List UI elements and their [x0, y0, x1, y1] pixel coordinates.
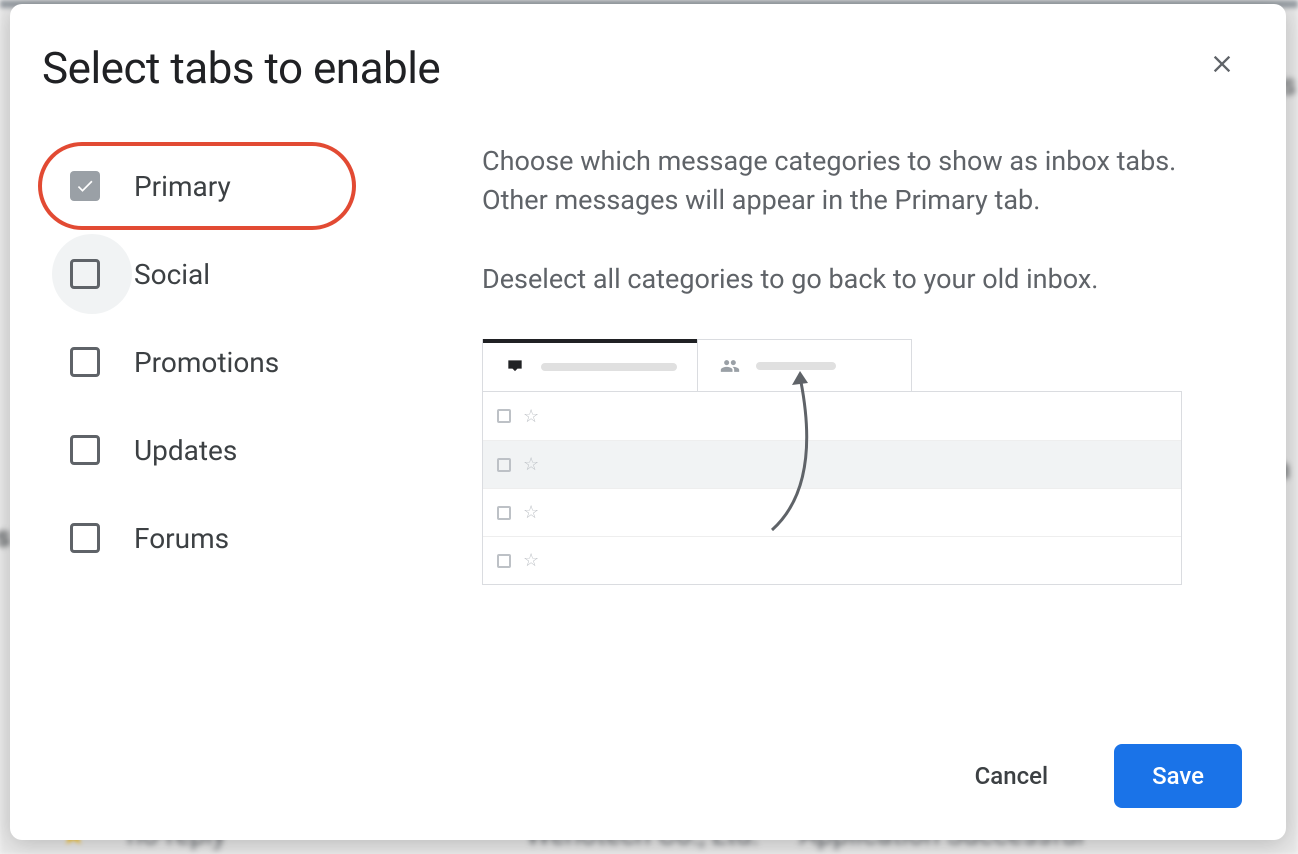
inbox-preview: ☆ ☆ ☆ ☆	[482, 339, 1182, 585]
checkbox-primary	[70, 171, 100, 201]
dialog-footer: Cancel Save	[42, 724, 1242, 808]
save-button[interactable]: Save	[1114, 744, 1242, 808]
option-updates[interactable]: Updates	[42, 406, 422, 494]
check-icon	[75, 176, 95, 196]
option-label: Forums	[134, 522, 229, 555]
dialog-title: Select tabs to enable	[42, 42, 1242, 94]
option-promotions[interactable]: Promotions	[42, 318, 422, 406]
close-button[interactable]	[1198, 40, 1246, 88]
option-social[interactable]: Social	[42, 230, 422, 318]
preview-tab-primary	[483, 339, 697, 391]
checkbox-social[interactable]	[70, 259, 100, 289]
select-tabs-dialog: Select tabs to enable Primary Social Pro…	[10, 4, 1286, 840]
preview-tab-social	[697, 340, 912, 391]
option-primary[interactable]: Primary	[38, 142, 356, 230]
checkbox-promotions[interactable]	[70, 347, 100, 377]
close-icon	[1208, 50, 1236, 78]
checkbox-forums[interactable]	[70, 523, 100, 553]
dialog-description: Choose which message categories to show …	[482, 142, 1182, 299]
option-forums[interactable]: Forums	[42, 494, 422, 582]
people-icon	[718, 356, 742, 376]
inbox-icon	[503, 357, 527, 377]
options-list: Primary Social Promotions Updates Forums	[42, 134, 422, 724]
option-label: Updates	[134, 434, 237, 467]
option-label: Social	[134, 258, 210, 291]
option-label: Primary	[134, 170, 231, 203]
option-label: Promotions	[134, 346, 279, 379]
checkbox-updates[interactable]	[70, 435, 100, 465]
cancel-button[interactable]: Cancel	[937, 744, 1086, 808]
